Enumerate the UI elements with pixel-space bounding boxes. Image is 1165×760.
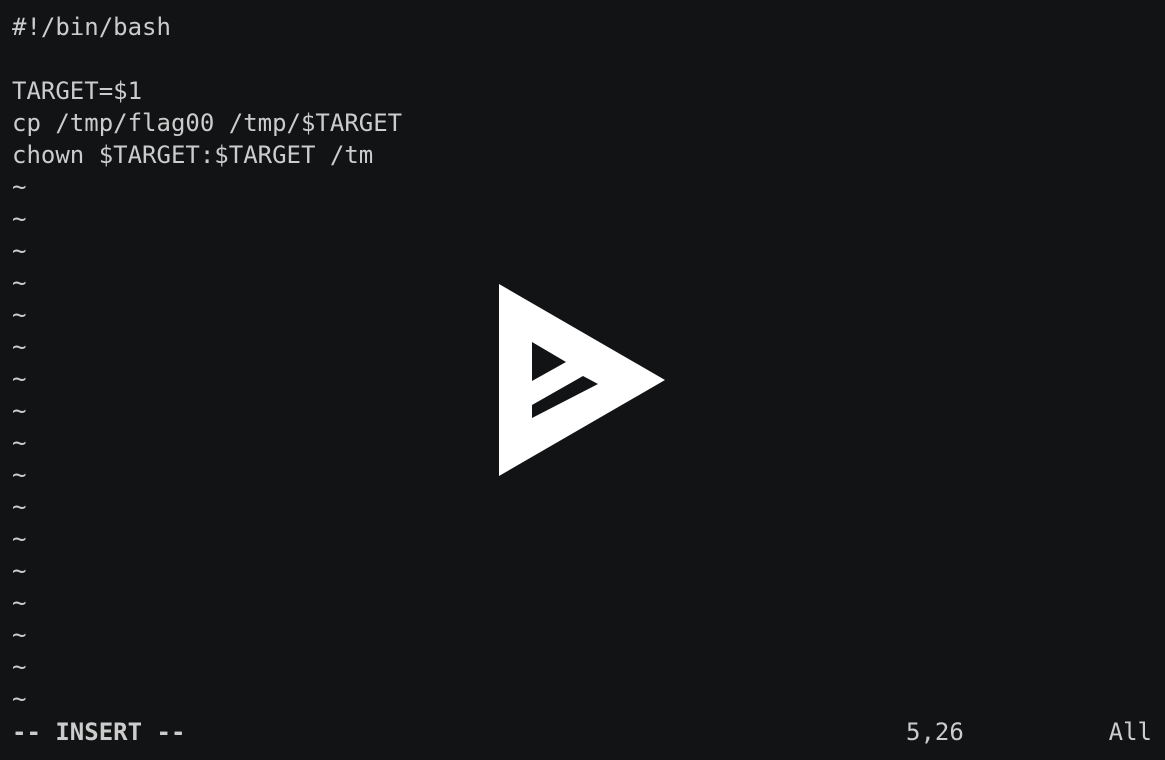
empty-line-marker: ~ [12, 493, 27, 521]
buffer-line-4: cp /tmp/flag00 /tmp/$TARGET [12, 109, 403, 137]
empty-line-marker: ~ [12, 525, 27, 553]
scroll-indicator: All [1108, 718, 1152, 746]
empty-line-marker: ~ [12, 333, 27, 361]
empty-line-marker: ~ [12, 621, 27, 649]
buffer-line-1: #!/bin/bash [12, 13, 171, 41]
mode-indicator: -- INSERT -- [12, 718, 186, 746]
terminal-screen[interactable]: #!/bin/bash TARGET=$1 cp /tmp/flag00 /tm… [0, 0, 1165, 760]
play-button[interactable] [498, 284, 666, 476]
empty-line-marker: ~ [12, 173, 27, 201]
empty-line-marker: ~ [12, 397, 27, 425]
empty-line-marker: ~ [12, 237, 27, 265]
empty-line-marker: ~ [12, 685, 27, 713]
empty-line-marker: ~ [12, 557, 27, 585]
buffer-line-3: TARGET=$1 [12, 77, 143, 105]
empty-line-marker: ~ [12, 589, 27, 617]
asciinema-play-icon[interactable] [498, 284, 666, 476]
buffer-line-5: chown $TARGET:$TARGET /tm [12, 141, 374, 169]
empty-line-marker: ~ [12, 365, 27, 393]
empty-line-marker: ~ [12, 653, 27, 681]
empty-line-marker: ~ [12, 429, 27, 457]
empty-line-marker: ~ [12, 301, 27, 329]
empty-line-marker: ~ [12, 461, 27, 489]
empty-line-marker: ~ [12, 205, 27, 233]
empty-line-marker: ~ [12, 269, 27, 297]
cursor-position: 5,26 [906, 718, 964, 746]
